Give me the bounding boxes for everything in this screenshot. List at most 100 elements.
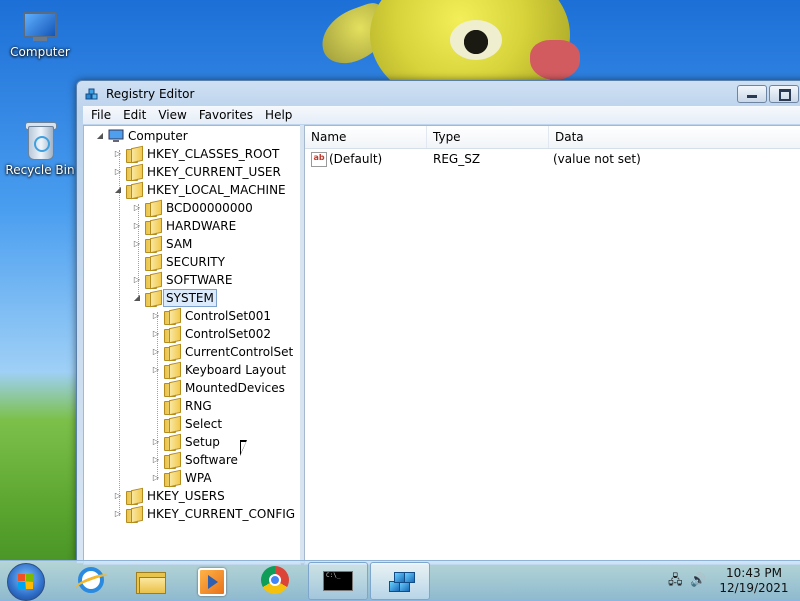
tree-node-setup[interactable]: ▷ Setup xyxy=(84,433,298,452)
collapse-arrow-icon[interactable]: ◢ xyxy=(114,186,122,194)
values-list[interactable]: Name Type Data ab (Default) REG_SZ (valu… xyxy=(304,125,800,565)
taskbar-button-windows-explorer[interactable] xyxy=(121,562,179,598)
tree-label: CurrentControlSet xyxy=(185,345,294,359)
tree-node-hkey-classes-root[interactable]: ▷ HKEY_CLASSES_ROOT xyxy=(84,145,298,164)
tree-node-rng[interactable]: RNG xyxy=(84,397,298,416)
menu-bar: File Edit View Favorites Help xyxy=(83,106,800,124)
expand-arrow-icon[interactable]: ▷ xyxy=(152,456,160,464)
list-item[interactable]: ab (Default) REG_SZ (value not set) xyxy=(305,150,800,168)
clock-time: 10:43 PM xyxy=(726,566,782,580)
tree-node-sam[interactable]: ▷ SAM xyxy=(84,235,298,254)
tree-label: WPA xyxy=(185,471,212,485)
taskbar-button-registry-editor[interactable] xyxy=(370,562,430,600)
window-title: Registry Editor xyxy=(106,87,195,101)
expand-arrow-icon[interactable]: ▷ xyxy=(133,240,141,248)
tree-label: Keyboard Layout xyxy=(185,363,287,377)
title-bar[interactable]: Registry Editor xyxy=(77,81,800,106)
folder-icon xyxy=(164,415,181,434)
expand-arrow-icon[interactable]: ▷ xyxy=(114,168,122,176)
clock[interactable]: 10:43 PM 12/19/2021 xyxy=(712,566,796,596)
taskbar-button-media-player[interactable] xyxy=(181,562,239,598)
value-data: (value not set) xyxy=(553,152,641,166)
expand-arrow-icon[interactable]: ▷ xyxy=(152,366,160,374)
start-button[interactable] xyxy=(7,563,45,601)
menu-edit[interactable]: Edit xyxy=(117,106,152,124)
column-header-type[interactable]: Type xyxy=(427,126,549,148)
expand-arrow-icon[interactable]: ▷ xyxy=(152,312,160,320)
folder-icon xyxy=(145,217,162,236)
folder-icon xyxy=(164,361,181,380)
tree-label: SAM xyxy=(166,237,193,251)
registry-tree[interactable]: ◢ Computer ▷ HKEY_CLASSES_ROOT ▷ HKEY_CU… xyxy=(83,125,301,565)
folder-icon xyxy=(164,433,181,452)
desktop-icon-recycle-bin[interactable]: Recycle Bin xyxy=(3,120,77,177)
expand-arrow-icon[interactable]: ▷ xyxy=(114,510,122,518)
internet-explorer-icon xyxy=(78,567,104,593)
tree-node-software[interactable]: ▷ SOFTWARE xyxy=(84,271,298,290)
value-type: REG_SZ xyxy=(433,152,481,166)
taskbar: C:\_ 🖧 🔊 10:43 PM 12/19/2021 xyxy=(0,560,800,601)
folder-icon xyxy=(164,343,181,362)
tree-node-hkey-local-machine[interactable]: ◢ HKEY_LOCAL_MACHINE xyxy=(84,181,298,200)
tree-node-hkey-current-user[interactable]: ▷ HKEY_CURRENT_USER xyxy=(84,163,298,182)
tree-label: ControlSet001 xyxy=(185,309,271,323)
column-header-data[interactable]: Data xyxy=(549,126,800,148)
tree-node-wpa[interactable]: ▷ WPA xyxy=(84,469,298,488)
expand-arrow-icon[interactable]: ▷ xyxy=(133,276,141,284)
column-header-name[interactable]: Name xyxy=(305,126,427,148)
tree-node-keyboard-layout[interactable]: ▷ Keyboard Layout xyxy=(84,361,298,380)
tree-node-computer[interactable]: ◢ Computer xyxy=(84,127,298,145)
tree-node-bcd00000000[interactable]: ▷ BCD00000000 xyxy=(84,199,298,218)
tree-node-hkey-users[interactable]: ▷ HKEY_USERS xyxy=(84,487,298,506)
windows-logo-icon xyxy=(18,574,34,590)
tree-label: BCD00000000 xyxy=(166,201,253,215)
minimize-button[interactable] xyxy=(737,85,767,103)
mouse-cursor-icon xyxy=(240,440,247,456)
tree-node-mounteddevices[interactable]: MountedDevices xyxy=(84,379,298,398)
taskbar-button-chrome[interactable] xyxy=(245,562,303,598)
tree-node-hkey-current-config[interactable]: ▷ HKEY_CURRENT_CONFIG xyxy=(84,505,298,524)
collapse-arrow-icon[interactable]: ◢ xyxy=(96,132,104,140)
tree-node-select[interactable]: Select xyxy=(84,415,298,434)
taskbar-button-internet-explorer[interactable] xyxy=(61,562,119,598)
tree-node-controlset002[interactable]: ▷ ControlSet002 xyxy=(84,325,298,344)
tree-node-software-system[interactable]: ▷ Software xyxy=(84,451,298,470)
expand-arrow-icon[interactable]: ▷ xyxy=(152,474,160,482)
menu-view[interactable]: View xyxy=(152,106,192,124)
folder-icon xyxy=(164,325,181,344)
tree-label-selected: SYSTEM xyxy=(163,289,217,307)
expand-arrow-icon[interactable]: ▷ xyxy=(152,330,160,338)
expand-arrow-icon[interactable]: ▷ xyxy=(114,492,122,500)
collapse-arrow-icon[interactable]: ◢ xyxy=(133,294,141,302)
tree-node-hardware[interactable]: ▷ HARDWARE xyxy=(84,217,298,236)
expand-arrow-icon[interactable]: ▷ xyxy=(114,150,122,158)
registry-editor-icon xyxy=(85,88,98,100)
desktop-icon-computer[interactable]: Computer xyxy=(3,12,77,59)
folder-icon xyxy=(145,199,162,218)
tree-label: HKEY_CLASSES_ROOT xyxy=(147,147,280,161)
media-player-icon xyxy=(198,568,226,596)
tree-node-controlset001[interactable]: ▷ ControlSet001 xyxy=(84,307,298,326)
registry-editor-window: Registry Editor File Edit View Favorites… xyxy=(76,80,800,565)
folder-icon xyxy=(164,451,181,470)
folder-icon xyxy=(126,145,143,164)
folder-icon xyxy=(164,469,181,488)
tree-node-currentcontrolset[interactable]: ▷ CurrentControlSet xyxy=(84,343,298,362)
network-icon[interactable]: 🖧 xyxy=(668,574,683,588)
folder-icon xyxy=(164,379,181,398)
tree-node-system[interactable]: ◢ SYSTEM xyxy=(84,289,298,308)
wallpaper-eye xyxy=(450,20,502,60)
maximize-button[interactable] xyxy=(769,85,799,103)
expand-arrow-icon[interactable]: ▷ xyxy=(152,438,160,446)
taskbar-button-command-prompt[interactable]: C:\_ xyxy=(308,562,368,600)
wallpaper-tongue xyxy=(530,40,580,80)
expand-arrow-icon[interactable]: ▷ xyxy=(133,204,141,212)
menu-favorites[interactable]: Favorites xyxy=(193,106,259,124)
menu-file[interactable]: File xyxy=(85,106,117,124)
value-name: (Default) xyxy=(329,152,383,166)
menu-help[interactable]: Help xyxy=(259,106,298,124)
expand-arrow-icon[interactable]: ▷ xyxy=(133,222,141,230)
expand-arrow-icon[interactable]: ▷ xyxy=(152,348,160,356)
tree-node-security[interactable]: SECURITY xyxy=(84,253,298,272)
volume-icon[interactable]: 🔊 xyxy=(690,574,706,588)
